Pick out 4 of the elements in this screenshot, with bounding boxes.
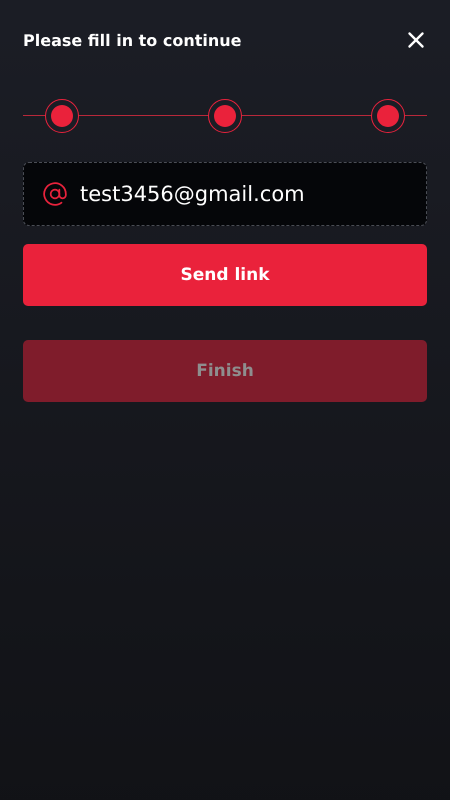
- at-sign-icon: [42, 181, 68, 207]
- dialog-title: Please fill in to continue: [23, 30, 242, 50]
- email-input-field[interactable]: test3456@gmail.com: [23, 162, 427, 226]
- send-link-button[interactable]: Send link: [23, 244, 427, 306]
